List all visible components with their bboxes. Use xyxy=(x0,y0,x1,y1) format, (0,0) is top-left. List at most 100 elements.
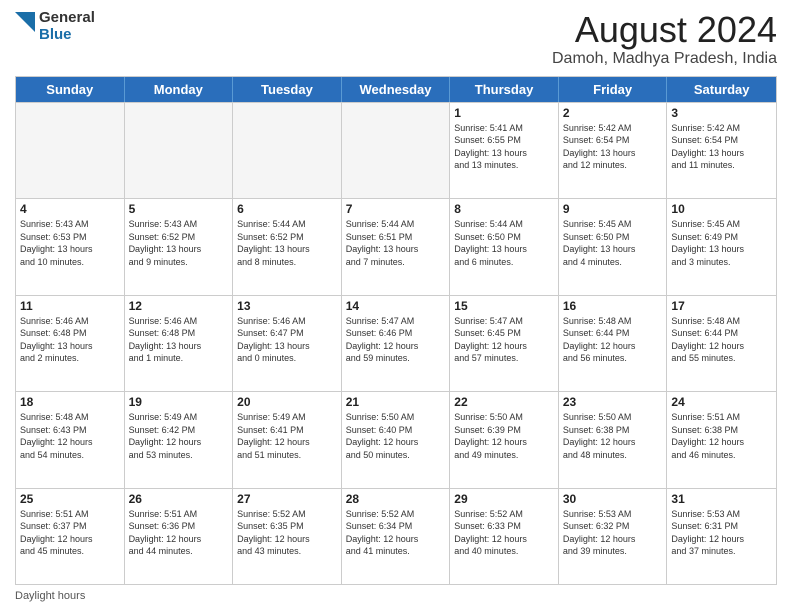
day-info: Sunrise: 5:41 AM Sunset: 6:55 PM Dayligh… xyxy=(454,122,554,172)
calendar-cell: 10 Sunrise: 5:45 AM Sunset: 6:49 PM Dayli… xyxy=(667,199,776,294)
calendar-cell xyxy=(125,103,234,198)
calendar-cell: 26 Sunrise: 5:51 AM Sunset: 6:36 PM Dayli… xyxy=(125,489,234,584)
calendar: SundayMondayTuesdayWednesdayThursdayFrid… xyxy=(15,76,777,585)
day-number: 17 xyxy=(671,299,772,313)
day-number: 18 xyxy=(20,395,120,409)
day-info: Sunrise: 5:53 AM Sunset: 6:32 PM Dayligh… xyxy=(563,508,663,558)
calendar-cell: 23 Sunrise: 5:50 AM Sunset: 6:38 PM Dayli… xyxy=(559,392,668,487)
day-number: 2 xyxy=(563,106,663,120)
subtitle: Damoh, Madhya Pradesh, India xyxy=(552,50,777,68)
calendar-cell: 24 Sunrise: 5:51 AM Sunset: 6:38 PM Dayli… xyxy=(667,392,776,487)
calendar-cell: 11 Sunrise: 5:46 AM Sunset: 6:48 PM Dayli… xyxy=(16,296,125,391)
day-number: 8 xyxy=(454,202,554,216)
day-number: 25 xyxy=(20,492,120,506)
calendar-header-cell: Friday xyxy=(559,77,668,102)
day-info: Sunrise: 5:48 AM Sunset: 6:43 PM Dayligh… xyxy=(20,411,120,461)
day-info: Sunrise: 5:43 AM Sunset: 6:53 PM Dayligh… xyxy=(20,218,120,268)
calendar-cell xyxy=(233,103,342,198)
day-info: Sunrise: 5:43 AM Sunset: 6:52 PM Dayligh… xyxy=(129,218,229,268)
calendar-cell: 12Sunrise: 5:46 AM Sunset: 6:48 PM Dayli… xyxy=(125,296,234,391)
day-number: 6 xyxy=(237,202,337,216)
calendar-week: 25 Sunrise: 5:51 AM Sunset: 6:37 PM Dayli… xyxy=(16,488,776,584)
day-number: 28 xyxy=(346,492,446,506)
calendar-cell: 18 Sunrise: 5:48 AM Sunset: 6:43 PM Dayli… xyxy=(16,392,125,487)
day-info: Sunrise: 5:53 AM Sunset: 6:31 PM Dayligh… xyxy=(671,508,772,558)
day-number: 3 xyxy=(671,106,772,120)
day-number: 26 xyxy=(129,492,229,506)
calendar-week: 4 Sunrise: 5:43 AM Sunset: 6:53 PM Daylig… xyxy=(16,198,776,294)
day-info: Sunrise: 5:47 AM Sunset: 6:45 PM Dayligh… xyxy=(454,315,554,365)
day-number: 16 xyxy=(563,299,663,313)
calendar-cell: 14 Sunrise: 5:47 AM Sunset: 6:46 PM Dayli… xyxy=(342,296,451,391)
day-info: Sunrise: 5:44 AM Sunset: 6:52 PM Dayligh… xyxy=(237,218,337,268)
calendar-cell: 7Sunrise: 5:44 AM Sunset: 6:51 PM Daylig… xyxy=(342,199,451,294)
calendar-cell: 20 Sunrise: 5:49 AM Sunset: 6:41 PM Dayli… xyxy=(233,392,342,487)
day-number: 7 xyxy=(346,202,446,216)
calendar-header-cell: Wednesday xyxy=(342,77,451,102)
day-info: Sunrise: 5:46 AM Sunset: 6:48 PM Dayligh… xyxy=(20,315,120,365)
page: GeneralBlue August 2024 Damoh, Madhya Pr… xyxy=(0,0,792,612)
day-number: 10 xyxy=(671,202,772,216)
day-info: Sunrise: 5:42 AM Sunset: 6:54 PM Dayligh… xyxy=(671,122,772,172)
day-number: 20 xyxy=(237,395,337,409)
day-number: 23 xyxy=(563,395,663,409)
calendar-week: 1 Sunrise: 5:41 AM Sunset: 6:55 PM Daylig… xyxy=(16,102,776,198)
logo: GeneralBlue xyxy=(15,10,95,43)
day-info: Sunrise: 5:49 AM Sunset: 6:41 PM Dayligh… xyxy=(237,411,337,461)
day-info: Sunrise: 5:50 AM Sunset: 6:39 PM Dayligh… xyxy=(454,411,554,461)
day-number: 14 xyxy=(346,299,446,313)
day-info: Sunrise: 5:50 AM Sunset: 6:38 PM Dayligh… xyxy=(563,411,663,461)
day-info: Sunrise: 5:51 AM Sunset: 6:38 PM Dayligh… xyxy=(671,411,772,461)
day-info: Sunrise: 5:46 AM Sunset: 6:47 PM Dayligh… xyxy=(237,315,337,365)
calendar-cell: 16Sunrise: 5:48 AM Sunset: 6:44 PM Dayli… xyxy=(559,296,668,391)
calendar-week: 18 Sunrise: 5:48 AM Sunset: 6:43 PM Dayli… xyxy=(16,391,776,487)
calendar-header-cell: Tuesday xyxy=(233,77,342,102)
day-number: 9 xyxy=(563,202,663,216)
calendar-week: 11 Sunrise: 5:46 AM Sunset: 6:48 PM Dayli… xyxy=(16,295,776,391)
day-number: 1 xyxy=(454,106,554,120)
calendar-body: 1 Sunrise: 5:41 AM Sunset: 6:55 PM Daylig… xyxy=(16,102,776,584)
day-info: Sunrise: 5:48 AM Sunset: 6:44 PM Dayligh… xyxy=(671,315,772,365)
calendar-cell: 28 Sunrise: 5:52 AM Sunset: 6:34 PM Dayli… xyxy=(342,489,451,584)
day-number: 13 xyxy=(237,299,337,313)
calendar-cell: 9 Sunrise: 5:45 AM Sunset: 6:50 PM Daylig… xyxy=(559,199,668,294)
main-title: August 2024 xyxy=(552,10,777,50)
day-info: Sunrise: 5:45 AM Sunset: 6:50 PM Dayligh… xyxy=(563,218,663,268)
calendar-cell: 3 Sunrise: 5:42 AM Sunset: 6:54 PM Daylig… xyxy=(667,103,776,198)
calendar-cell: 25 Sunrise: 5:51 AM Sunset: 6:37 PM Dayli… xyxy=(16,489,125,584)
calendar-cell: 30 Sunrise: 5:53 AM Sunset: 6:32 PM Dayli… xyxy=(559,489,668,584)
day-number: 24 xyxy=(671,395,772,409)
calendar-cell: 17 Sunrise: 5:48 AM Sunset: 6:44 PM Dayli… xyxy=(667,296,776,391)
day-number: 30 xyxy=(563,492,663,506)
day-number: 4 xyxy=(20,202,120,216)
day-info: Sunrise: 5:45 AM Sunset: 6:49 PM Dayligh… xyxy=(671,218,772,268)
calendar-cell: 4 Sunrise: 5:43 AM Sunset: 6:53 PM Daylig… xyxy=(16,199,125,294)
day-info: Sunrise: 5:47 AM Sunset: 6:46 PM Dayligh… xyxy=(346,315,446,365)
day-info: Sunrise: 5:52 AM Sunset: 6:34 PM Dayligh… xyxy=(346,508,446,558)
calendar-cell: 31Sunrise: 5:53 AM Sunset: 6:31 PM Dayli… xyxy=(667,489,776,584)
day-info: Sunrise: 5:44 AM Sunset: 6:50 PM Dayligh… xyxy=(454,218,554,268)
calendar-header-row: SundayMondayTuesdayWednesdayThursdayFrid… xyxy=(16,77,776,102)
calendar-cell: 2Sunrise: 5:42 AM Sunset: 6:54 PM Daylig… xyxy=(559,103,668,198)
header: GeneralBlue August 2024 Damoh, Madhya Pr… xyxy=(15,10,777,68)
logo-icon xyxy=(15,12,35,42)
title-section: August 2024 Damoh, Madhya Pradesh, India xyxy=(552,10,777,68)
calendar-header-cell: Sunday xyxy=(16,77,125,102)
day-info: Sunrise: 5:49 AM Sunset: 6:42 PM Dayligh… xyxy=(129,411,229,461)
day-info: Sunrise: 5:51 AM Sunset: 6:36 PM Dayligh… xyxy=(129,508,229,558)
day-number: 22 xyxy=(454,395,554,409)
day-number: 12 xyxy=(129,299,229,313)
calendar-cell: 6 Sunrise: 5:44 AM Sunset: 6:52 PM Daylig… xyxy=(233,199,342,294)
day-number: 29 xyxy=(454,492,554,506)
day-info: Sunrise: 5:50 AM Sunset: 6:40 PM Dayligh… xyxy=(346,411,446,461)
day-info: Sunrise: 5:51 AM Sunset: 6:37 PM Dayligh… xyxy=(20,508,120,558)
logo-blue: Blue xyxy=(39,27,95,44)
calendar-cell: 15Sunrise: 5:47 AM Sunset: 6:45 PM Dayli… xyxy=(450,296,559,391)
day-number: 11 xyxy=(20,299,120,313)
footer-label: Daylight hours xyxy=(15,590,85,602)
calendar-cell xyxy=(16,103,125,198)
calendar-cell: 1 Sunrise: 5:41 AM Sunset: 6:55 PM Daylig… xyxy=(450,103,559,198)
calendar-cell: 5Sunrise: 5:43 AM Sunset: 6:52 PM Daylig… xyxy=(125,199,234,294)
day-number: 27 xyxy=(237,492,337,506)
day-number: 21 xyxy=(346,395,446,409)
